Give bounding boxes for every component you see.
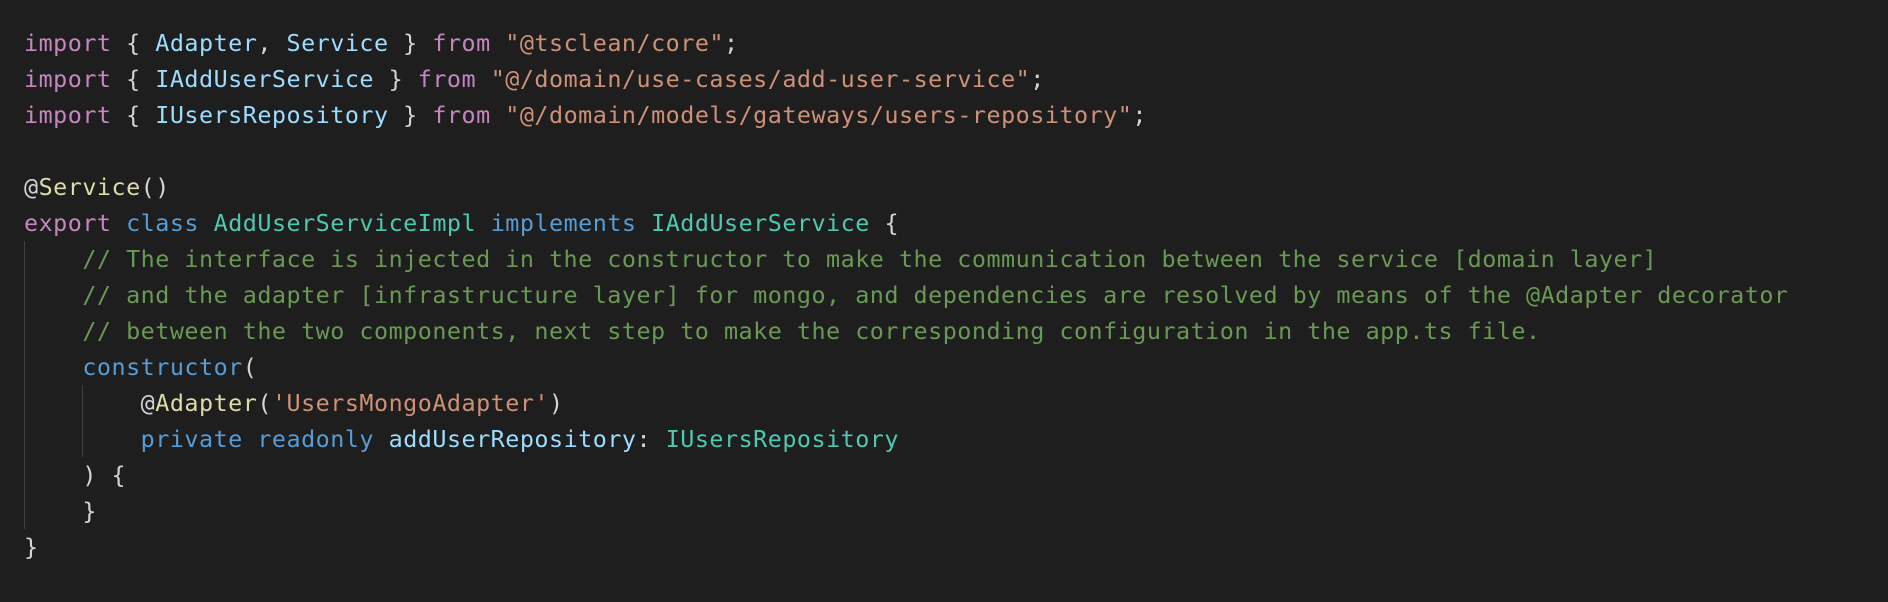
code-line[interactable]: }: [24, 493, 1788, 529]
string-literal: "@tsclean/core": [505, 29, 725, 57]
punctuation: (: [257, 389, 272, 417]
punctuation: }: [24, 533, 39, 561]
code-line[interactable]: export class AddUserServiceImpl implemen…: [24, 205, 1788, 241]
punctuation: {: [111, 65, 156, 93]
punctuation: [24, 317, 82, 345]
keyword: class: [126, 209, 200, 237]
keyword: from: [417, 65, 477, 93]
punctuation: @: [24, 173, 39, 201]
punctuation: }: [388, 101, 433, 129]
code-content[interactable]: import { Adapter, Service } from "@tscle…: [24, 25, 1788, 565]
string-literal: 'UsersMongoAdapter': [271, 389, 550, 417]
code-editor[interactable]: import { Adapter, Service } from "@tscle…: [0, 0, 1888, 602]
keyword: import: [24, 29, 112, 57]
keyword: import: [24, 101, 112, 129]
keyword: private: [140, 425, 243, 453]
code-line[interactable]: // The interface is injected in the cons…: [24, 241, 1788, 277]
punctuation: ;: [1030, 65, 1045, 93]
punctuation: [476, 65, 491, 93]
punctuation: [112, 209, 127, 237]
punctuation: [243, 425, 258, 453]
punctuation: ;: [1132, 101, 1147, 129]
punctuation: (: [242, 353, 258, 381]
identifier: Service: [286, 29, 389, 57]
punctuation: @: [140, 389, 156, 417]
punctuation: {: [869, 209, 900, 237]
comment: // The interface is injected in the cons…: [82, 245, 1658, 273]
code-line[interactable]: @Adapter('UsersMongoAdapter'): [24, 385, 1788, 421]
identifier: Adapter: [155, 29, 258, 57]
keyword: from: [432, 29, 491, 57]
punctuation: [24, 353, 82, 381]
identifier: addUserRepository: [388, 425, 637, 453]
punctuation: [476, 209, 491, 237]
keyword: constructor: [82, 353, 243, 381]
punctuation: [637, 209, 652, 237]
keyword: implements: [490, 209, 637, 237]
comment: // between the two components, next step…: [82, 317, 1541, 345]
type-name: IUsersRepository: [665, 425, 900, 453]
code-line[interactable]: // between the two components, next step…: [24, 313, 1788, 349]
code-line[interactable]: private readonly addUserRepository: IUse…: [24, 421, 1788, 457]
identifier: IAddUserService: [155, 65, 374, 93]
punctuation: [24, 497, 82, 525]
decorator-name: Adapter: [155, 389, 258, 417]
decorator-name: Service: [38, 173, 141, 201]
punctuation: ): [549, 389, 564, 417]
comment: // and the adapter [infrastructure layer…: [82, 281, 1789, 309]
type-name: IAddUserService: [651, 209, 870, 237]
code-line[interactable]: @Service(): [24, 169, 1788, 205]
punctuation: [24, 461, 82, 489]
code-line[interactable]: import { Adapter, Service } from "@tscle…: [24, 25, 1788, 61]
punctuation: [24, 281, 82, 309]
identifier: IUsersRepository: [155, 101, 389, 129]
code-line[interactable]: import { IUsersRepository } from "@/doma…: [24, 97, 1788, 133]
punctuation: [199, 209, 214, 237]
keyword: import: [24, 65, 112, 93]
punctuation: }: [388, 29, 433, 57]
punctuation: ) {: [82, 461, 127, 489]
string-literal: "@/domain/use-cases/add-user-service": [490, 65, 1031, 93]
keyword: export: [24, 209, 112, 237]
code-line[interactable]: import { IAddUserService } from "@/domai…: [24, 61, 1788, 97]
keyword: readonly: [257, 425, 375, 453]
punctuation: {: [111, 101, 156, 129]
punctuation: [24, 425, 141, 453]
punctuation: [24, 389, 141, 417]
punctuation: [24, 245, 82, 273]
punctuation: [491, 101, 506, 129]
code-line[interactable]: constructor(: [24, 349, 1788, 385]
code-line[interactable]: ) {: [24, 457, 1788, 493]
punctuation: (): [140, 173, 170, 201]
punctuation: }: [82, 497, 97, 525]
punctuation: :: [636, 425, 666, 453]
code-line[interactable]: ​: [24, 133, 1788, 169]
punctuation: ,: [257, 29, 287, 57]
code-line[interactable]: // and the adapter [infrastructure layer…: [24, 277, 1788, 313]
punctuation: {: [111, 29, 156, 57]
keyword: from: [432, 101, 491, 129]
punctuation: [374, 425, 389, 453]
punctuation: [491, 29, 506, 57]
type-name: AddUserServiceImpl: [213, 209, 477, 237]
code-line[interactable]: }: [24, 529, 1788, 565]
punctuation: }: [374, 65, 418, 93]
punctuation: ;: [724, 29, 739, 57]
string-literal: "@/domain/models/gateways/users-reposito…: [505, 101, 1133, 129]
